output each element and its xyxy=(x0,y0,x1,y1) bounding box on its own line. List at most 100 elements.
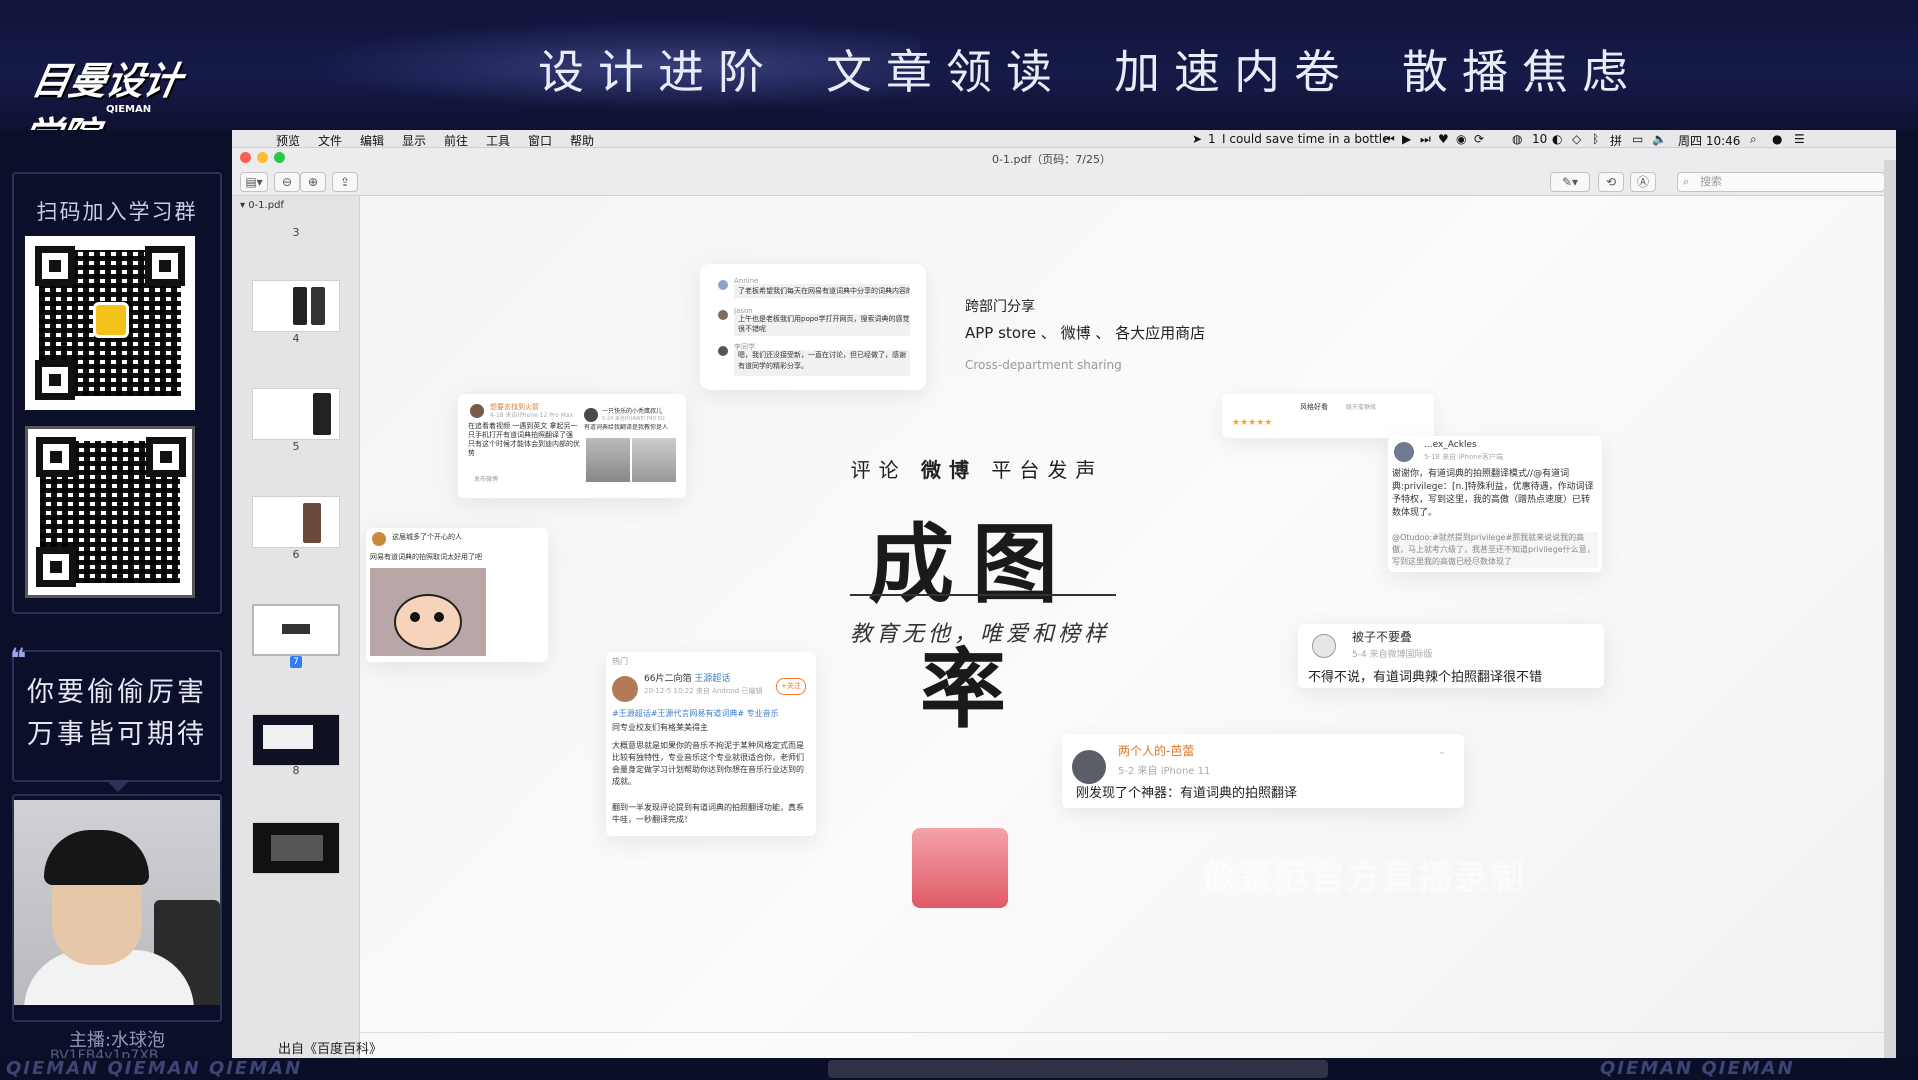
weibo7-text: 在追看着视频 一遇到英文 拿起另一只手机打开有道词典拍照翻译了强 只有这个时候才… xyxy=(468,422,580,457)
weibo2-meta: 20-12-5 10:22 来自 Android 已编辑 xyxy=(644,687,763,695)
weibo2-tag: 王源超话 xyxy=(694,674,731,684)
follow-button[interactable]: +关注 xyxy=(776,678,806,695)
weibo6-photo-2 xyxy=(632,438,676,482)
weibo2-user: 66片二向箔 xyxy=(644,674,692,684)
slogan-line-1: 你要偷偷厉害 xyxy=(27,677,207,708)
circle-icon: ◉ xyxy=(1456,132,1467,146)
shared-screen: 预览 文件 编辑 显示 前往 工具 窗口 帮助 ➤ 1 I could save… xyxy=(232,130,1896,1058)
page-thumbnail-9[interactable] xyxy=(252,822,340,874)
right-edge-panel xyxy=(1884,160,1896,1058)
footer-watermark-right: QIEMAN QIEMAN xyxy=(1600,1058,1795,1079)
page-thumbnail-7[interactable] xyxy=(252,604,340,656)
notification-center-icon[interactable]: ☰ xyxy=(1794,132,1805,146)
weibo5-reply: @Otudoo:#就然提到privilege#那我就来说说我的高傲，马上就考六级… xyxy=(1392,532,1598,568)
crayon-shin-image xyxy=(370,568,486,656)
chevron-down-icon[interactable]: ⌄ xyxy=(1438,746,1446,757)
weibo-card-privilege: ...ex_Ackles 5-18 来自 iPhone客户端 谢谢你，有道词典的… xyxy=(1388,436,1602,572)
chat3-text: 嗯，我们还没接受新，一直在讨论，但已经做了，感谢有道同学的精彩分享。 xyxy=(734,350,910,376)
prev-track-icon[interactable]: ⏮ xyxy=(1384,132,1395,147)
rotate-button[interactable]: ⟲ xyxy=(1598,172,1624,192)
chat2-text: 上午也是老板我们用popo学打开网页，搜索词典的感觉很不错呢 xyxy=(734,314,910,336)
gift-box-decoration xyxy=(912,828,1008,908)
siri-icon[interactable]: ● xyxy=(1772,132,1782,146)
wifi-icon[interactable]: ◇ xyxy=(1572,132,1581,146)
battery-count: 10 xyxy=(1532,132,1548,146)
subtitle-suffix: 平台发声 xyxy=(991,458,1104,482)
weibo7-publish[interactable]: 发布微博 xyxy=(474,472,498,487)
menu-tools[interactable]: 工具 xyxy=(486,132,510,149)
zoom-window-button[interactable] xyxy=(274,152,285,163)
share-button[interactable]: ⇪ xyxy=(332,172,358,192)
slogan-pointer xyxy=(108,782,128,792)
weibo3-user: 两个人的-芭蕾 xyxy=(1118,744,1195,758)
zoom-in-button[interactable]: ⊕ xyxy=(300,172,326,192)
hot-label: 热门 xyxy=(612,657,628,666)
slide-subtitle: 评论 微博 平台发声 xyxy=(832,454,1122,483)
clock[interactable]: 周四 10:46 xyxy=(1678,132,1740,149)
play-icon[interactable]: ▶ xyxy=(1402,132,1411,146)
input-method-icon[interactable]: 拼 xyxy=(1610,132,1622,149)
annotate-button[interactable]: Ⓐ xyxy=(1630,172,1656,192)
page-number-8: 8 xyxy=(292,764,300,777)
page-thumbnail-5[interactable] xyxy=(252,388,340,440)
sidebar-file-name[interactable]: ▾ 0-1.pdf xyxy=(240,200,284,211)
nav-item-design-advance: 设计进阶 xyxy=(538,45,778,99)
slide-source: 出自《百度百科》 xyxy=(278,1042,383,1057)
title-underline xyxy=(850,594,1116,596)
menu-help[interactable]: 帮助 xyxy=(570,132,594,149)
chat1-text: 了老板希望我们每天在网易有道词典中分享的词典内容的信息和细节 xyxy=(734,284,910,298)
sidebar-toggle-button[interactable]: ▤▾ xyxy=(240,172,268,192)
volume-icon[interactable]: 🔈 xyxy=(1652,132,1667,146)
nav-item-anxiety: 散播焦虑 xyxy=(1402,45,1642,99)
weibo-card-bedding: 被子不要叠 5-4 来自微博国际版 不得不说，有道词典辣个拍照翻译很不错 xyxy=(1298,624,1604,688)
markup-pen-button[interactable]: ✎▾ xyxy=(1550,172,1590,192)
mac-dock[interactable] xyxy=(828,1060,1328,1078)
weibo4-user: 被子不要叠 xyxy=(1352,630,1413,644)
zoom-out-button[interactable]: ⊖ xyxy=(274,172,300,192)
menu-file[interactable]: 文件 xyxy=(318,132,342,149)
weibo2-body: 大概意思就是如果你的音乐不拘泥于某种风格定式而是比较有独特性，专业音乐这个专业就… xyxy=(612,741,804,786)
menu-edit[interactable]: 编辑 xyxy=(360,132,384,149)
pdf-slide: Annine 了老板希望我们每天在网易有道词典中分享的词典内容的信息和细节 Ja… xyxy=(360,196,1896,1058)
bluetooth-icon[interactable]: ᛒ xyxy=(1592,132,1599,146)
webcam-feed xyxy=(14,800,220,1005)
weibo5-meta: 5-18 来自 iPhone客户端 xyxy=(1424,453,1503,461)
wechat-icon[interactable]: ◍ xyxy=(1512,132,1522,146)
spotlight-icon[interactable]: ⌕ xyxy=(1750,132,1757,147)
display-icon[interactable]: ▭ xyxy=(1632,132,1643,146)
weibo4-meta: 5-4 来自微博国际版 xyxy=(1352,650,1433,660)
menu-view[interactable]: 显示 xyxy=(402,132,426,149)
window-titlebar: 0-1.pdf（页码：7/25） xyxy=(232,148,1896,168)
logo-subtext: QIEMAN xyxy=(106,104,152,115)
next-track-icon[interactable]: ⏭ xyxy=(1420,132,1431,147)
menu-preview[interactable]: 预览 xyxy=(276,132,300,149)
page-thumbnail-6[interactable] xyxy=(252,496,340,548)
group-qr-code xyxy=(25,426,195,598)
subtitle-prefix: 评论 xyxy=(850,458,907,482)
close-window-button[interactable] xyxy=(240,152,251,163)
rating-card: 风格好看 暖天蜜糖瓶 ★★★★★ xyxy=(1222,394,1434,438)
search-input[interactable]: 搜索 xyxy=(1677,172,1885,192)
page-number-5: 5 xyxy=(292,440,300,453)
page-thumbnail-8[interactable] xyxy=(252,714,340,766)
page-number-6: 6 xyxy=(292,548,300,561)
nav-item-involution: 加速内卷 xyxy=(1114,45,1354,99)
share-title: 跨部门分享 xyxy=(965,299,1035,315)
weibo2-end: 翻到一半发现评论提到有道词典的拍照翻译功能，真系牛哇，一秒翻译完成！ xyxy=(612,803,804,824)
minimize-window-button[interactable] xyxy=(257,152,268,163)
location-arrow-icon: ➤ xyxy=(1192,132,1203,146)
page-number-7-selected: 7 xyxy=(290,656,302,668)
page-number-4: 4 xyxy=(292,332,300,345)
weibo2-topic[interactable]: #王源超话#王源代言网易有道词典# 专业音乐 xyxy=(612,706,810,721)
weibo-card-crayon: 这届城多了个开心的人 网易有道词典的拍照取词太好用了吧 xyxy=(366,528,548,662)
heart-icon[interactable]: ♥ xyxy=(1438,132,1449,146)
preview-toolbar: ▤▾ ⊖ ⊕ ⇪ ✎▾ ⟲ Ⓐ 搜索 ⌕ xyxy=(232,168,1896,196)
weibo-card-ballet: 两个人的-芭蕾 5-2 来自 iPhone 11 刚发现了个神器：有道词典的拍照… xyxy=(1062,734,1464,808)
nav-item-article-reading: 文章领读 xyxy=(826,45,1066,99)
menu-window[interactable]: 窗口 xyxy=(528,132,552,149)
slogan-line-2: 万事皆可期待 xyxy=(27,719,207,750)
chat-screenshot-card: Annine 了老板希望我们每天在网易有道词典中分享的词典内容的信息和细节 Ja… xyxy=(700,264,926,390)
search-icon: ⌕ xyxy=(1683,175,1690,188)
menu-go[interactable]: 前往 xyxy=(444,132,468,149)
page-thumbnail-4[interactable] xyxy=(252,280,340,332)
